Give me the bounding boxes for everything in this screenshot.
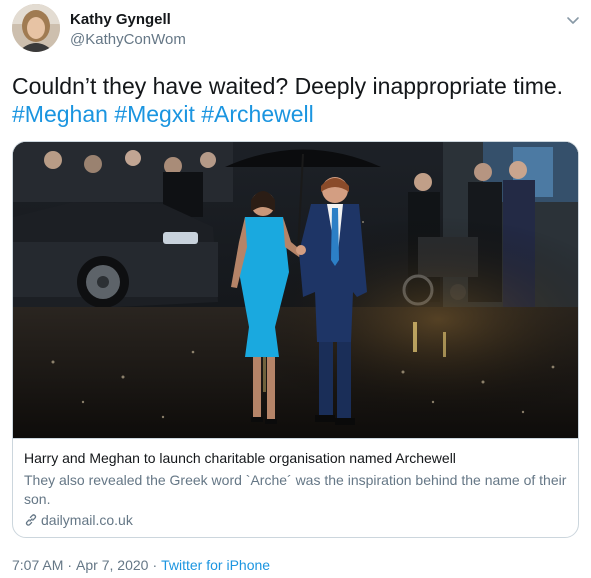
hashtag-megxit[interactable]: #Megxit (114, 101, 195, 127)
link-card[interactable]: Harry and Meghan to launch charitable or… (12, 141, 579, 538)
meta-separator: · (67, 557, 73, 573)
meta-separator-2: · (152, 557, 158, 573)
card-title[interactable]: Harry and Meghan to launch charitable or… (24, 450, 456, 466)
hashtag-meghan[interactable]: #Meghan (12, 101, 108, 127)
tweet-text: Couldn’t they have waited? Deeply inappr… (12, 72, 582, 128)
link-icon (24, 513, 38, 527)
avatar[interactable] (12, 4, 60, 52)
user-avatar-photo (12, 4, 60, 52)
chevron-down-icon[interactable] (562, 10, 584, 32)
card-domain[interactable]: dailymail.co.uk (24, 512, 133, 528)
author-handle[interactable]: @KathyConWom (70, 31, 186, 48)
tweet-hashtags: #Meghan #Megxit #Archewell (12, 100, 582, 128)
tweet-body: Couldn’t they have waited? Deeply inappr… (12, 73, 564, 99)
tweet-meta: 7:07 AM · Apr 7, 2020 · Twitter for iPhone (12, 557, 270, 573)
card-description: They also revealed the Greek word `Arche… (24, 472, 567, 507)
tweet-date[interactable]: Apr 7, 2020 (76, 557, 148, 573)
tweet-time[interactable]: 7:07 AM (12, 557, 63, 573)
tweet-source-link[interactable]: Twitter for iPhone (161, 557, 270, 573)
card-divider (13, 438, 578, 439)
card-domain-text: dailymail.co.uk (41, 512, 133, 528)
hashtag-archewell[interactable]: #Archewell (201, 101, 314, 127)
couple-walking-in-rain-photo[interactable] (13, 142, 578, 438)
author-display-name[interactable]: Kathy Gyngell (70, 11, 171, 28)
tweet: Kathy Gyngell @KathyConWom Couldn’t they… (0, 0, 591, 578)
